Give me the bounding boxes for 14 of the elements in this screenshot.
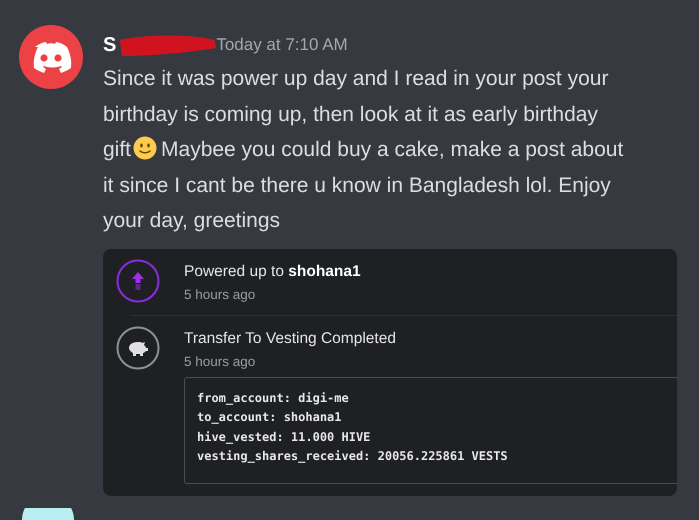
piggy-bank-icon: [116, 326, 160, 370]
code-line: hive_vested: 11.000 HIVE: [197, 430, 372, 444]
smiley-icon: [133, 136, 158, 160]
code-line: vesting_shares_received: 20056.225861 VESTS: [197, 449, 509, 464]
event-time: 5 hours ago: [184, 286, 256, 302]
code-line: from_account: digi-me: [197, 390, 350, 405]
code-line: to_account: shohana1: [197, 410, 342, 424]
timestamp: Today at 7:10 AM: [216, 35, 348, 55]
author-name[interactable]: S: [103, 34, 116, 56]
event-title: Powered up to shohana1: [184, 262, 361, 282]
avatar: [22, 508, 74, 520]
event-title: Transfer To Vesting Completed: [184, 328, 397, 348]
event-time: 5 hours ago: [184, 354, 256, 368]
message-text: Since it was power up day and I read in your post your birthday is coming up, then look at it as early birthday gift Maybee you could buy a cake, make a post about it since I cant be there u know in Bangladesh lol. Enjoy your day, greetings: [103, 66, 624, 234]
